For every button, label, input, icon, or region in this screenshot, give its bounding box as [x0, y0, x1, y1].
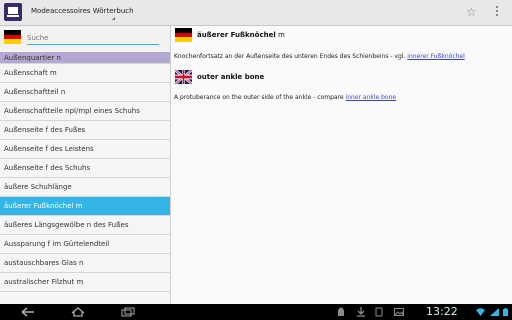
list-item[interactable]: Außenquartier n [0, 52, 170, 64]
app-icon[interactable] [4, 3, 22, 21]
android-debug-icon [338, 307, 344, 316]
action-bar: Modeaccessoires Wörterbuch ☆ [0, 0, 512, 26]
signal-icon [490, 308, 499, 316]
app-title[interactable]: Modeaccessoires Wörterbuch [31, 7, 134, 15]
recent-apps-icon[interactable] [120, 307, 136, 317]
search-row [0, 26, 170, 50]
list-item[interactable]: Aussparung f im Gürtelendteil [0, 235, 170, 254]
overflow-menu-icon[interactable] [496, 6, 499, 19]
back-icon[interactable] [20, 307, 36, 317]
list-item[interactable]: Außenseite f des Leistens [0, 140, 170, 159]
word-list: Außenquartier n Außenschaft m Außenschaf… [0, 52, 170, 292]
battery-icon [503, 308, 508, 316]
spinner-caret-icon [112, 17, 115, 20]
notification-icon [375, 307, 383, 317]
german-headword: äußerer Fußknöchel m [197, 31, 285, 39]
clock[interactable]: 13:22 [426, 306, 458, 318]
german-definition: Knochenfortsatz an der Außenseite des un… [174, 53, 465, 60]
uk-flag-icon [175, 70, 192, 84]
search-input[interactable] [27, 32, 159, 45]
list-item[interactable]: Außenschaft m [0, 64, 170, 83]
german-flag-icon [175, 28, 192, 42]
cross-reference-link[interactable]: innerer Fußknöchel [407, 53, 464, 60]
wifi-icon [476, 308, 485, 316]
german-flag-icon[interactable] [4, 30, 21, 44]
list-item[interactable]: Außenseite f des Fußes [0, 121, 170, 140]
english-definition: A protuberance on the outer side of the … [174, 94, 397, 101]
list-item[interactable]: australischer Filzhut m [0, 273, 170, 292]
entry-detail-pane: äußerer Fußknöchel m Knochenfortsatz an … [171, 26, 512, 304]
list-item[interactable]: Außenseite f des Schuhs [0, 159, 170, 178]
cross-reference-link[interactable]: inner ankle bone [346, 94, 397, 101]
list-item[interactable]: äußere Schuhlänge [0, 178, 170, 197]
word-list-pane: Außenquartier n Außenschaft m Außenschaf… [0, 26, 171, 304]
list-item[interactable]: austauschbares Glas n [0, 254, 170, 273]
star-icon[interactable]: ☆ [466, 4, 477, 20]
list-item[interactable]: Außenschaftteil n [0, 83, 170, 102]
gallery-icon [394, 308, 404, 316]
home-icon[interactable] [70, 307, 86, 317]
english-headword: outer ankle bone [197, 73, 265, 81]
list-item[interactable]: äußeres Längsgewölbe n des Fußes [0, 216, 170, 235]
system-nav-bar: 13:22 [0, 304, 512, 320]
list-item[interactable]: Außenschaftteile npl/mpl eines Schuhs [0, 102, 170, 121]
download-icon [357, 307, 365, 317]
list-item-selected[interactable]: äußerer Fußknöchel m [0, 197, 170, 216]
